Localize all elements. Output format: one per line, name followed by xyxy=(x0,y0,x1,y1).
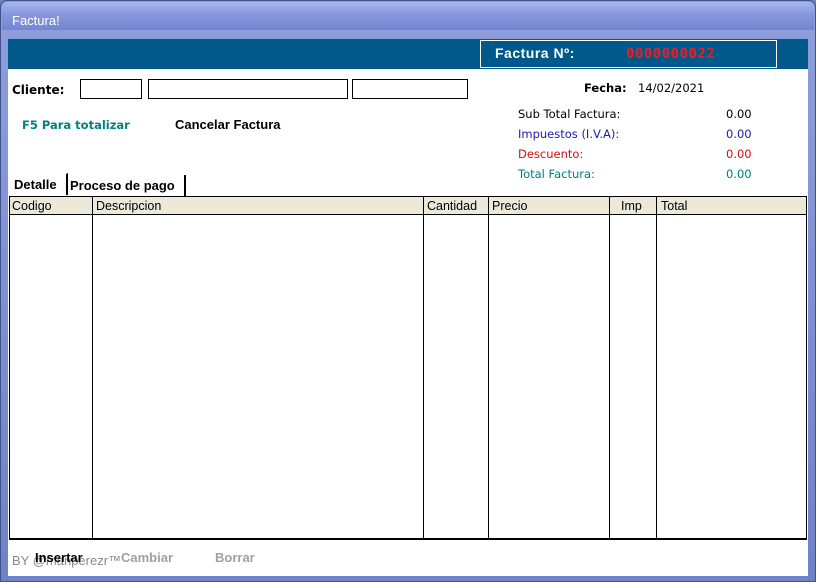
factura-window: Factura! Factura Nº: 0000000022 Cliente:… xyxy=(0,0,816,582)
tab-detalle[interactable]: Detalle xyxy=(8,173,68,195)
column-divider xyxy=(656,197,657,540)
tab-proceso-de-pago[interactable]: Proceso de pago xyxy=(68,175,186,197)
column-header-descripcion[interactable]: Descripcion xyxy=(96,199,161,213)
column-divider xyxy=(92,197,93,540)
descuento-label: Descuento: xyxy=(518,147,584,161)
invoice-banner: Factura Nº: 0000000022 xyxy=(8,39,808,69)
impuestos-value: 0.00 xyxy=(726,127,752,141)
borrar-button[interactable]: Borrar xyxy=(215,550,255,565)
total-label: Total Factura: xyxy=(518,167,595,181)
cliente-extra-input[interactable] xyxy=(352,79,468,99)
invoice-number-value: 0000000022 xyxy=(626,46,716,62)
total-value: 0.00 xyxy=(726,167,752,181)
cliente-label: Cliente: xyxy=(12,83,65,97)
grid-header: Codigo Descripcion Cantidad Precio Imp T… xyxy=(10,197,806,215)
totalizar-hint: F5 Para totalizar xyxy=(22,118,130,132)
column-header-precio[interactable]: Precio xyxy=(492,199,527,213)
column-header-imp[interactable]: Imp xyxy=(621,199,642,213)
impuestos-label: Impuestos (I.V.A): xyxy=(518,127,620,141)
fecha-value: 14/02/2021 xyxy=(638,81,705,95)
title-bar[interactable]: Factura! xyxy=(2,2,814,30)
cambiar-button[interactable]: Cambiar xyxy=(121,550,173,565)
cliente-name-input[interactable] xyxy=(148,79,348,99)
window-title: Factura! xyxy=(12,13,60,28)
cliente-code-input[interactable] xyxy=(80,79,142,99)
descuento-value: 0.00 xyxy=(726,147,752,161)
column-header-cantidad[interactable]: Cantidad xyxy=(427,199,477,213)
client-area: Factura Nº: 0000000022 Cliente: Fecha: 1… xyxy=(8,39,808,576)
column-divider xyxy=(423,197,424,540)
invoice-number-box: Factura Nº: 0000000022 xyxy=(480,40,777,68)
cancelar-factura-button[interactable]: Cancelar Factura xyxy=(175,117,281,132)
column-divider xyxy=(609,197,610,540)
column-header-total[interactable]: Total xyxy=(661,199,687,213)
fecha-label: Fecha: xyxy=(584,81,627,95)
subtotal-label: Sub Total Factura: xyxy=(518,107,621,121)
column-divider xyxy=(488,197,489,540)
subtotal-value: 0.00 xyxy=(726,107,752,121)
detalle-grid[interactable]: Codigo Descripcion Cantidad Precio Imp T… xyxy=(9,196,807,540)
insertar-button[interactable]: Insertar xyxy=(35,550,83,565)
invoice-number-label: Factura Nº: xyxy=(495,45,575,61)
column-header-codigo[interactable]: Codigo xyxy=(12,199,52,213)
